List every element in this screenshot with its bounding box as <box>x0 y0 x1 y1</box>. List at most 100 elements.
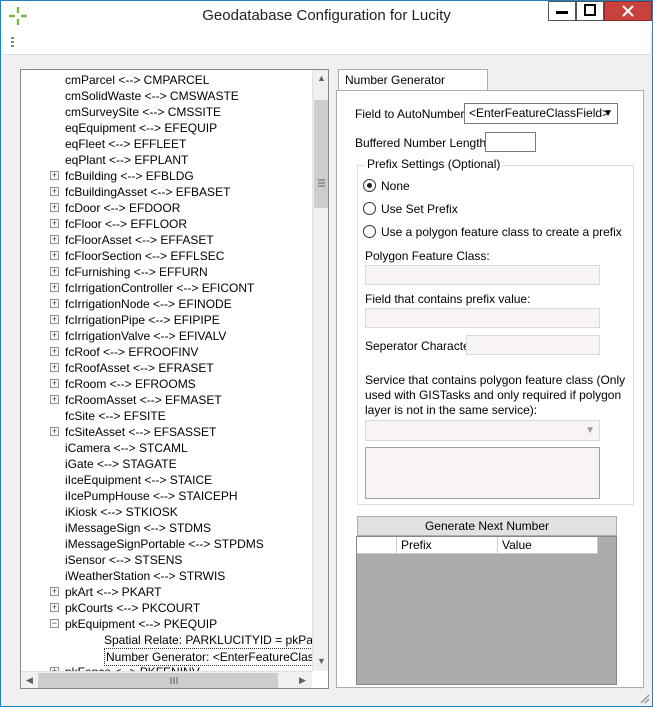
tree-item-label: fcFloorSection <--> EFFLSEC <box>65 249 225 263</box>
radio-none[interactable] <box>363 179 376 192</box>
generate-next-number-button[interactable]: Generate Next Number <box>357 516 617 536</box>
grid-row-header <box>357 537 397 554</box>
expand-icon[interactable]: + <box>50 379 59 388</box>
tree-item-label: fcSiteAsset <--> EFSASSET <box>65 425 217 439</box>
tree-item-label: iKiosk <--> STKIOSK <box>65 505 178 519</box>
collapse-icon[interactable]: − <box>50 619 59 628</box>
title-bar: Geodatabase Configuration for Lucity <box>1 1 652 31</box>
tree-horizontal-scroll-thumb[interactable] <box>38 673 278 688</box>
minimize-icon <box>556 11 568 14</box>
close-icon <box>622 5 634 17</box>
tree-vertical-scroll-thumb[interactable] <box>314 100 328 208</box>
app-window: Geodatabase Configuration for Lucity cmP… <box>0 0 653 707</box>
expand-icon[interactable]: + <box>50 603 59 612</box>
scroll-down-icon[interactable]: ▼ <box>317 656 326 666</box>
expand-icon[interactable]: + <box>50 267 59 276</box>
tree-item-label: iMessageSign <--> STDMS <box>65 521 212 535</box>
layer-tree[interactable]: cmParcel <--> CMPARCEL cmSolidWaste <--> … <box>20 69 329 689</box>
expand-icon[interactable]: + <box>50 299 59 308</box>
number-grid[interactable]: Prefix Value <box>356 536 617 685</box>
tree-item-label: cmSolidWaste <--> CMSWASTE <box>65 89 239 103</box>
tree-item-label: fcIrrigationNode <--> EFINODE <box>65 297 232 311</box>
grid-column-prefix[interactable]: Prefix <box>397 537 498 554</box>
radio-polygon-prefix-label: Use a polygon feature class to create a … <box>381 225 622 239</box>
expand-icon[interactable]: + <box>50 187 59 196</box>
tree-item-label: iGate <--> STAGATE <box>65 457 177 471</box>
expand-icon[interactable]: + <box>50 587 59 596</box>
close-button[interactable] <box>604 1 652 21</box>
separator-character-label: Seperator Character: <box>365 339 478 353</box>
tab-number-generator-properties[interactable]: Number Generator Properties <box>338 69 488 107</box>
prefix-field-input[interactable] <box>365 308 600 328</box>
service-label-line-3: layer is not in the same service): <box>365 403 538 417</box>
expand-icon[interactable]: + <box>50 331 59 340</box>
prefix-field-label: Field that contains prefix value: <box>365 292 531 306</box>
service-label-line-1: Service that contains polygon feature cl… <box>365 373 626 387</box>
tree-item-label: pkArt <--> PKART <box>65 585 162 599</box>
field-to-autonumber-select[interactable]: <EnterFeatureClassField> ▼ <box>464 103 618 124</box>
maximize-button[interactable] <box>576 1 604 21</box>
prefix-settings-title: Prefix Settings (Optional) <box>365 157 503 171</box>
radio-set-prefix-label: Use Set Prefix <box>381 202 458 216</box>
tree-vertical-scrollbar[interactable]: ▲ ▼ <box>312 70 328 671</box>
tree-item-label: fcFurnishing <--> EFFURN <box>65 265 208 279</box>
tree-item-label: eqFleet <--> EFFLEET <box>65 137 187 151</box>
tree-item-label: fcIrrigationController <--> EFICONT <box>65 281 255 295</box>
field-to-autonumber-label: Field to AutoNumber: <box>355 107 468 121</box>
tree-item-label: fcIrrigationValve <--> EFIVALV <box>65 329 227 343</box>
toolbar <box>3 31 650 55</box>
tree-item-label: iMessageSignPortable <--> STPDMS <box>65 537 264 551</box>
grip-lines-icon <box>318 179 325 187</box>
buffered-number-length-input[interactable] <box>485 132 536 152</box>
expand-icon[interactable]: + <box>50 219 59 228</box>
tree-item-label: pkEquipment <--> PKEQUIP <box>65 617 218 631</box>
radio-polygon-prefix[interactable] <box>363 225 376 238</box>
expand-icon[interactable]: + <box>50 347 59 356</box>
minimize-button[interactable] <box>548 1 576 21</box>
scroll-left-icon[interactable]: ◀ <box>26 675 33 686</box>
service-textarea[interactable] <box>365 447 600 499</box>
field-to-autonumber-value: <EnterFeatureClassField> <box>469 106 610 120</box>
tree-item-label: iSensor <--> STSENS <box>65 553 183 567</box>
tree-item-label: fcFloorAsset <--> EFFASET <box>65 233 214 247</box>
tree-item-label: iCamera <--> STCAML <box>65 441 188 455</box>
tree-item-label: fcDoor <--> EFDOOR <box>65 201 181 215</box>
expand-icon[interactable]: + <box>50 395 59 404</box>
expand-icon[interactable]: + <box>50 427 59 436</box>
tree-item-label: fcRoomAsset <--> EFMASET <box>65 393 222 407</box>
tree-item-label: cmSurveySite <--> CMSSITE <box>65 105 222 119</box>
radio-none-label: None <box>381 179 410 193</box>
grid-column-value[interactable]: Value <box>498 537 598 554</box>
tree-item-label: iWeatherStation <--> STRWIS <box>65 569 226 583</box>
tree-item-label: fcRoom <--> EFROOMS <box>65 377 196 391</box>
expand-icon[interactable]: + <box>50 171 59 180</box>
maximize-icon <box>584 4 596 16</box>
chevron-down-icon: ▼ <box>603 108 613 119</box>
tree-item-label: Spatial Relate: PARKLUCITYID = pkPark.LU… <box>104 633 328 647</box>
expand-icon[interactable]: + <box>50 235 59 244</box>
tree-horizontal-scrollbar[interactable]: ◀ ▶ <box>21 671 312 688</box>
expand-icon[interactable]: + <box>50 315 59 324</box>
expand-icon[interactable]: + <box>50 363 59 372</box>
toolbar-grip-icon[interactable] <box>11 37 14 49</box>
polygon-feature-class-input[interactable] <box>365 265 600 285</box>
tree-item-label: fcRoofAsset <--> EFRASET <box>65 361 214 375</box>
service-select[interactable]: ▼ <box>365 420 600 441</box>
radio-set-prefix[interactable] <box>363 202 376 215</box>
resize-grip-icon[interactable] <box>639 693 651 705</box>
tree-item-label: iIcePumpHouse <--> STAICEPH <box>65 489 238 503</box>
scroll-up-icon[interactable]: ▲ <box>317 73 326 83</box>
tree-item-label: fcSite <--> EFSITE <box>65 409 166 423</box>
separator-character-input[interactable] <box>466 335 600 355</box>
expand-icon[interactable]: + <box>50 283 59 292</box>
tree-item-label: fcFloor <--> EFFLOOR <box>65 217 188 231</box>
expand-icon[interactable]: + <box>50 251 59 260</box>
tree-item-label: pkCourts <--> PKCOURT <box>65 601 201 615</box>
grip-lines-icon <box>170 677 178 684</box>
buffered-number-length-label: Buffered Number Length: <box>355 136 490 150</box>
expand-icon[interactable]: + <box>50 203 59 212</box>
polygon-feature-class-label: Polygon Feature Class: <box>365 249 490 263</box>
scroll-right-icon[interactable]: ▶ <box>299 675 306 686</box>
tree-item-label: eqEquipment <--> EFEQUIP <box>65 121 218 135</box>
service-label-line-2: used with GISTasks and only required if … <box>365 388 622 402</box>
